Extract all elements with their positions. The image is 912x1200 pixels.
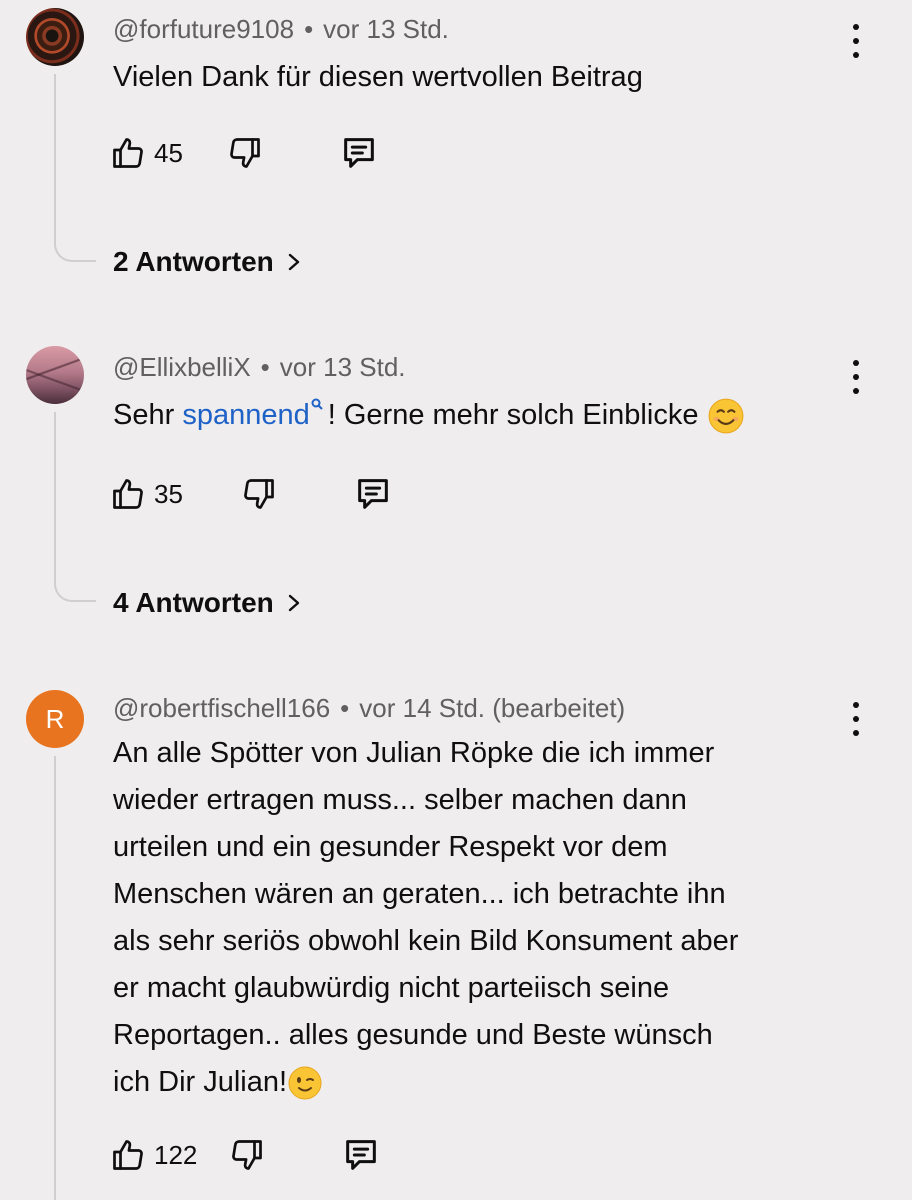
like-count: 122 — [154, 1139, 198, 1170]
comment-line: er macht glaubwürdig nicht parteiisch se… — [113, 972, 670, 1004]
reply-button[interactable] — [339, 133, 379, 173]
reply-icon — [344, 138, 374, 168]
like-button[interactable]: 35 — [110, 476, 183, 512]
like-button[interactable]: 45 — [110, 135, 183, 171]
thread-line — [54, 756, 96, 1200]
more-options-icon[interactable] — [846, 24, 866, 58]
edited-label: (bearbeitet) — [492, 693, 626, 723]
comment-actions: 45 — [110, 133, 379, 173]
chevron-right-icon — [288, 594, 299, 612]
author-handle[interactable]: @robertfischell166 — [113, 693, 330, 723]
thumbs-down-icon — [232, 1140, 263, 1170]
thumbs-down-icon — [230, 138, 260, 168]
reply-button[interactable] — [353, 474, 393, 514]
dislike-button[interactable] — [229, 1137, 265, 1173]
thumbs-up-icon — [113, 138, 143, 168]
comment-line-last: ich Dir Julian! — [113, 1059, 853, 1106]
avatar[interactable] — [26, 346, 84, 404]
separator-dot: • — [260, 352, 270, 382]
comment-line: Menschen wären an geraten... ich betrach… — [113, 878, 726, 910]
separator-dot: • — [340, 693, 350, 723]
dislike-button[interactable] — [227, 135, 263, 171]
search-link[interactable]: spannend — [182, 399, 309, 431]
comment-meta: @robertfischell166 • vor 14 Std. (bearbeit… — [113, 693, 625, 724]
thread-line — [54, 412, 96, 602]
comment-text: Vielen Dank für diesen wertvollen Beitra… — [113, 54, 853, 101]
comment-meta: @forfuture9108 • vor 13 Std. — [113, 14, 449, 45]
reply-icon — [346, 1140, 377, 1170]
more-options-icon[interactable] — [846, 360, 866, 394]
comment-line-text: ich Dir Julian! — [113, 1066, 288, 1098]
thread-line — [54, 74, 96, 262]
comment-line: wieder ertragen muss... selber machen da… — [113, 784, 687, 816]
comment-text: An alle Spötter von Julian Röpke die ich… — [113, 730, 853, 1106]
search-icon[interactable] — [310, 398, 324, 412]
chevron-right-icon — [288, 253, 299, 271]
avatar-letter: R — [45, 703, 65, 734]
reply-button[interactable] — [341, 1135, 381, 1175]
thumbs-down-icon — [244, 479, 274, 509]
author-handle[interactable]: @EllixbelliX — [113, 352, 251, 382]
avatar[interactable]: R — [26, 690, 84, 748]
avatar[interactable] — [26, 8, 84, 66]
timestamp[interactable]: vor 13 Std. — [323, 14, 449, 44]
like-count: 35 — [154, 478, 183, 509]
comment-text-end: ! Gerne mehr solch Einblicke — [327, 399, 699, 431]
like-count: 45 — [154, 137, 183, 168]
comment-line: urteilen und ein gesunder Respekt vor de… — [113, 831, 668, 863]
comment-line: Reportagen.. alles gesunde und Beste wün… — [113, 1019, 713, 1051]
timestamp[interactable]: vor 14 Std. — [359, 693, 485, 723]
replies-toggle[interactable]: 2 Antworten — [113, 246, 302, 278]
winking-face-emoji — [288, 1066, 322, 1100]
comment-text-start: Sehr — [113, 399, 183, 431]
replies-toggle[interactable]: 4 Antworten — [113, 587, 302, 619]
timestamp[interactable]: vor 13 Std. — [280, 352, 406, 382]
thumbs-up-icon — [113, 1140, 143, 1170]
replies-label: 2 Antworten — [113, 246, 274, 277]
comment-text-content: Vielen Dank für diesen wertvollen Beitra… — [113, 61, 643, 93]
thumbs-up-icon — [113, 479, 143, 509]
dislike-button[interactable] — [241, 476, 277, 512]
author-handle[interactable]: @forfuture9108 — [113, 14, 294, 44]
smiling-face-emoji — [708, 398, 743, 434]
comments-page: @forfuture9108 • vor 13 Std. Vielen Dank f… — [0, 0, 912, 1200]
reply-icon — [358, 479, 388, 509]
separator-dot: • — [304, 14, 314, 44]
comment-actions: 35 — [110, 474, 393, 514]
comment-line: als sehr seriös obwohl kein Bild Konsume… — [113, 925, 739, 957]
comment-meta: @EllixbelliX • vor 13 Std. — [113, 352, 406, 383]
replies-label: 4 Antworten — [113, 587, 274, 618]
comment-actions: 122 — [110, 1135, 381, 1175]
comment-line: An alle Spötter von Julian Röpke die ich… — [113, 737, 715, 769]
comment-text: Sehr spannend ! Gerne mehr solch Einblick… — [113, 392, 853, 439]
like-button[interactable]: 122 — [110, 1137, 197, 1173]
